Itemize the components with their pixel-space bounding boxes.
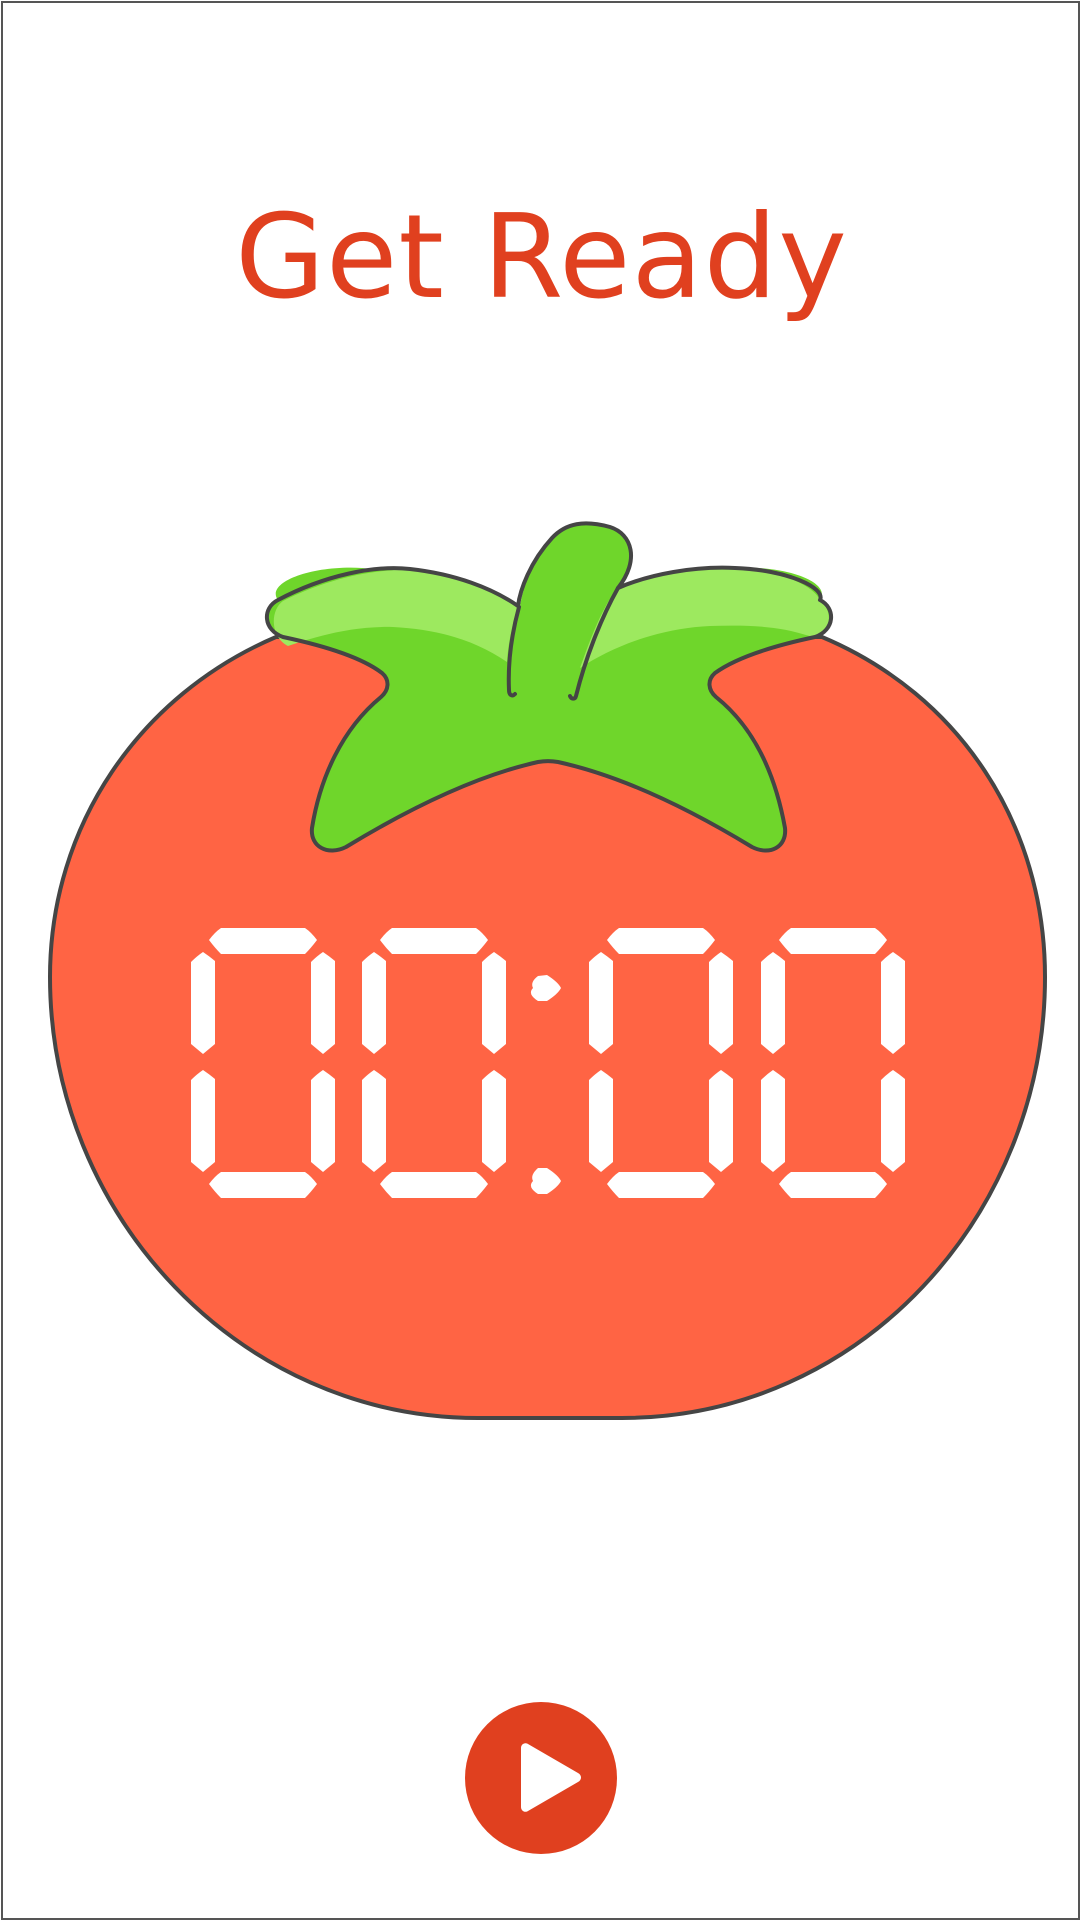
timer-segment-b bbox=[482, 952, 506, 1054]
timer-segment-f bbox=[761, 952, 785, 1054]
timer-segment-d bbox=[380, 1172, 488, 1198]
tomato-illustration bbox=[47, 521, 1048, 1420]
timer-segment-a bbox=[209, 928, 317, 954]
timer-segment-e bbox=[761, 1070, 785, 1172]
timer-segment-c bbox=[311, 1070, 335, 1172]
timer-segment-e bbox=[191, 1070, 215, 1172]
timer-segment-e bbox=[589, 1070, 613, 1172]
timer-segment-f bbox=[589, 952, 613, 1054]
timer-segment-b bbox=[709, 952, 733, 1054]
timer-segment-c bbox=[482, 1070, 506, 1172]
timer-segment-d bbox=[779, 1172, 887, 1198]
timer-segment-d bbox=[209, 1172, 317, 1198]
play-button[interactable] bbox=[465, 1702, 617, 1854]
timer-segment-c bbox=[709, 1070, 733, 1172]
timer-segment-f bbox=[362, 952, 386, 1054]
play-icon bbox=[521, 1743, 581, 1812]
timer-segment-c bbox=[881, 1070, 905, 1172]
timer-segment-b bbox=[881, 952, 905, 1054]
timer-segment-d bbox=[607, 1172, 715, 1198]
timer-segment-f bbox=[191, 952, 215, 1054]
timer-segment-a bbox=[607, 928, 715, 954]
timer-segment-b bbox=[311, 952, 335, 1054]
timer-segment-a bbox=[380, 928, 488, 954]
timer-segment-e bbox=[362, 1070, 386, 1172]
timer-segment-a bbox=[779, 928, 887, 954]
